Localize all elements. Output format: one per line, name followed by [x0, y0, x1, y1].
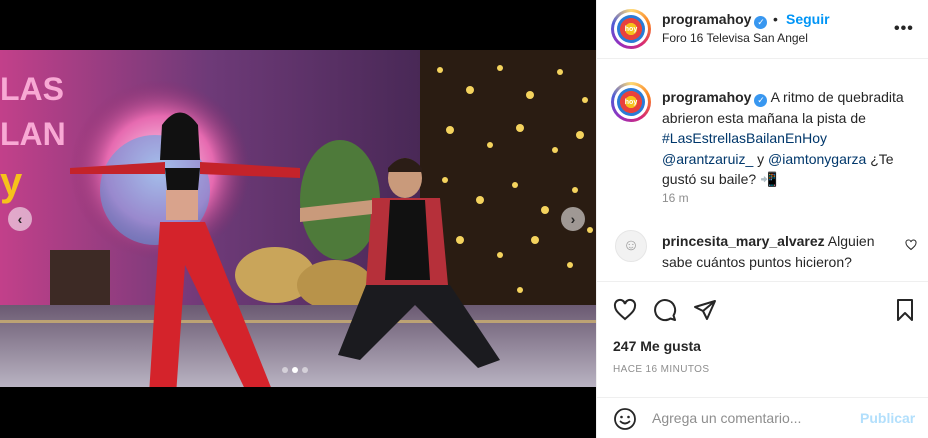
avatar-ring: hoy — [614, 12, 648, 46]
carousel-dot — [302, 367, 308, 373]
comment-input[interactable] — [652, 408, 847, 428]
carousel-dot-active — [292, 367, 298, 373]
comment-icon[interactable] — [651, 296, 679, 324]
header-separator: • — [773, 11, 778, 27]
svg-text:LAS: LAS — [0, 71, 64, 107]
carousel-indicator — [282, 367, 308, 373]
caption-emoji: 📲 — [760, 171, 778, 187]
hashtag-link[interactable]: #LasEstrellasBailanEnHoy — [662, 130, 827, 146]
svg-text:y: y — [0, 160, 23, 204]
chevron-left-icon[interactable]: ‹ — [8, 207, 32, 231]
post-header: hoy programahoy ✓ • Seguir Foro 16 Televi… — [597, 0, 928, 59]
share-icon[interactable] — [691, 296, 719, 324]
mention-link-2[interactable]: @iamtonygarza — [768, 151, 866, 167]
verified-badge-icon: ✓ — [754, 16, 768, 29]
caption-text: programahoy ✓ A ritmo de quebradita abrie… — [662, 87, 914, 190]
caption-connector: y — [757, 150, 765, 167]
post-timestamp[interactable]: HACE 16 MINUTOS — [613, 364, 709, 375]
likes-count[interactable]: 247 Me gusta — [613, 338, 701, 354]
chevron-right-icon[interactable]: › — [561, 207, 585, 231]
dance-stage-image: LAS LAN y — [0, 50, 596, 387]
caption-timestamp: 16 m — [662, 191, 689, 205]
post-photo: LAS LAN y — [0, 50, 596, 387]
add-comment-bar: Publicar — [597, 397, 928, 438]
mention-link-1[interactable]: @arantzaruiz_ — [662, 151, 753, 167]
post-media: LAS LAN y ‹ › — [0, 0, 596, 438]
more-horizontal-icon[interactable]: ••• — [894, 20, 914, 38]
avatar[interactable]: hoy — [611, 9, 651, 49]
avatar-logo: hoy — [617, 88, 645, 116]
user-avatar-icon[interactable]: ☺ — [615, 230, 647, 262]
post-actions: 247 Me gusta HACE 16 MINUTOS — [597, 281, 928, 401]
comment-item: princesita_mary_alvarez Alguien sabe cuá… — [662, 231, 897, 272]
avatar-logo: hoy — [617, 15, 645, 43]
heart-icon[interactable] — [611, 296, 639, 324]
svg-text:LAN: LAN — [0, 116, 66, 152]
avatar[interactable]: hoy — [611, 82, 651, 122]
follow-button[interactable]: Seguir — [786, 11, 830, 27]
avatar-ring: hoy — [614, 85, 648, 119]
username-link[interactable]: programahoy ✓ — [662, 11, 768, 29]
username-text: programahoy — [662, 11, 752, 27]
post-sidebar: hoy programahoy ✓ • Seguir Foro 16 Televi… — [596, 0, 928, 438]
verified-badge-icon: ✓ — [754, 94, 768, 107]
location-link[interactable]: Foro 16 Televisa San Angel — [662, 31, 808, 45]
publish-button[interactable]: Publicar — [860, 410, 915, 426]
emoji-icon[interactable] — [613, 407, 637, 431]
carousel-dot — [282, 367, 288, 373]
comment-username[interactable]: princesita_mary_alvarez — [662, 233, 825, 249]
caption-username[interactable]: programahoy — [662, 89, 751, 105]
bookmark-icon[interactable] — [891, 296, 919, 324]
heart-icon[interactable] — [905, 239, 917, 254]
